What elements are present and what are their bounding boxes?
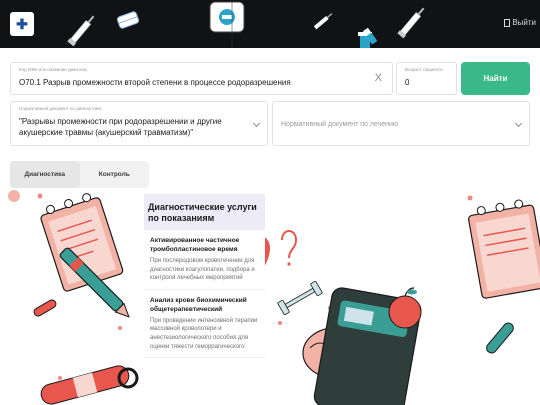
normtreat-placeholder: Нормативный документ по лечению (281, 121, 399, 128)
services-panel: Диагностические услуги по показаниям Акт… (144, 194, 265, 405)
treatment-normdoc-select[interactable]: Нормативный документ по лечению (272, 101, 530, 146)
diagnostics-normdoc-select[interactable]: Нормативный документ по диагностике "Раз… (10, 101, 268, 146)
service-item[interactable]: Анализ крови биохимический общетерапевти… (144, 290, 265, 359)
panel-header: Диагностические услуги по показаниям (144, 194, 265, 230)
normdoc-label: Нормативный документ по диагностике (19, 106, 102, 111)
chevron-down-icon (514, 119, 523, 128)
header-illustration (60, 0, 500, 48)
bandage-icon (40, 365, 130, 405)
door-icon (504, 18, 511, 27)
patient-age-field[interactable]: Возраст пациента 0 (396, 62, 457, 95)
age-field-value[interactable]: 0 (405, 78, 409, 87)
tab-control[interactable]: Контроль (80, 161, 150, 188)
service-item[interactable]: Активированное частичное тромбопластинов… (144, 230, 265, 290)
medical-illustration (8, 190, 540, 405)
medical-cross-icon: ✚ (16, 16, 28, 32)
service-description: При проведении интенсивной терапии масси… (150, 317, 258, 350)
top-bar: ✚ Выйти (0, 0, 540, 48)
service-name: Активированное частичное тромбопластинов… (150, 237, 240, 253)
tab-bar: Диагностика Контроль (10, 161, 149, 188)
find-button[interactable]: Найти (461, 62, 530, 95)
clipboard-right-icon (468, 199, 540, 299)
medical-case-icon (209, 1, 245, 33)
chevron-down-icon (252, 119, 261, 128)
tab-diagnostics[interactable]: Диагностика (10, 161, 80, 188)
service-name: Анализ крови биохимический общетерапевти… (150, 296, 247, 313)
panel-title: Диагностические услуги по показаниям (148, 202, 257, 223)
icd-field-value[interactable]: O70.1 Разрыв промежности второй степени … (19, 78, 291, 87)
normdoc-value: "Разрывы промежности при родоразрешении … (19, 117, 222, 137)
age-field-label: Возраст пациента (405, 67, 443, 72)
icd-search-field[interactable]: Код МКБ или название диагноза O70.1 Разр… (10, 62, 393, 95)
green-pill-icon (486, 322, 514, 354)
pill-icon (33, 299, 57, 317)
exit-button[interactable]: Выйти (504, 18, 536, 27)
dumbbell-icon (277, 280, 323, 316)
exit-label: Выйти (512, 18, 536, 27)
apple-icon (388, 287, 422, 329)
icd-field-label: Код МКБ или название диагноза (19, 67, 87, 72)
service-description: При послеродовом кровотечении для диагно… (150, 258, 255, 282)
clear-icon[interactable]: X (375, 73, 382, 84)
app-logo[interactable]: ✚ (10, 12, 34, 36)
